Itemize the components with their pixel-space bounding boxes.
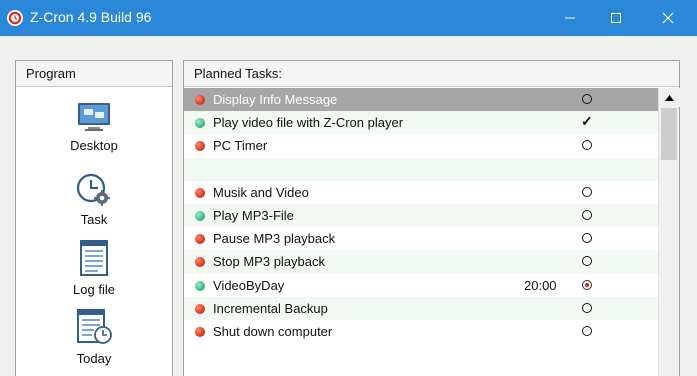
desktop-icon: [78, 103, 110, 131]
task-name: Stop MP3 playback: [213, 254, 326, 270]
task-name: Play video file with Z-Cron player: [213, 115, 404, 131]
today-calendar-icon: [77, 309, 112, 344]
task-name: PC Timer: [213, 138, 268, 154]
sidebar-item-label: Desktop: [70, 138, 118, 153]
task-clock-icon: [76, 173, 110, 206]
arrow-up-icon: [665, 94, 674, 101]
task-status[interactable]: [582, 256, 592, 267]
scroll-thumb[interactable]: [661, 108, 677, 160]
task-row-empty: [184, 157, 658, 181]
task-row[interactable]: PC Timer: [184, 134, 658, 157]
sidebar-item-log-file[interactable]: Log file: [16, 239, 172, 297]
status-circle-icon: [582, 233, 592, 244]
app-icon: [7, 10, 23, 26]
sidebar-item-label: Task: [80, 212, 108, 227]
task-row[interactable]: Play MP3-File: [184, 203, 658, 228]
task-row[interactable]: Shut down computer: [184, 320, 658, 343]
minimize-icon: [565, 17, 575, 19]
task-name: Incremental Backup: [213, 300, 328, 316]
client-area: Program Desktop Task Log file Today Plan…: [0, 36, 697, 376]
status-circle-icon: [582, 94, 592, 104]
task-status[interactable]: [582, 233, 592, 244]
status-dot-red: [195, 141, 205, 152]
status-dot-green: [195, 118, 205, 129]
close-icon: [662, 12, 674, 24]
status-dot-red: [195, 303, 205, 314]
status-dot-green: [195, 210, 205, 221]
minimize-button[interactable]: [547, 0, 593, 36]
maximize-button[interactable]: [593, 0, 639, 36]
status-circle-icon: [582, 302, 592, 313]
status-circle-icon: [582, 186, 592, 197]
planned-tasks-panel: Planned Tasks: Display Info Message Play…: [183, 60, 680, 376]
sidebar-item-task[interactable]: Task: [16, 173, 172, 227]
task-name: Pause MP3 playback: [213, 231, 336, 247]
task-row[interactable]: Incremental Backup: [184, 296, 658, 320]
task-name: Play MP3-File: [213, 207, 294, 223]
sidebar-header: Program: [16, 61, 172, 87]
tasks-header: Planned Tasks:: [184, 61, 679, 87]
task-row[interactable]: Musik and Video: [184, 181, 658, 204]
task-name: VideoByDay: [213, 277, 285, 293]
sidebar-item-label: Log file: [73, 282, 115, 297]
active-radio-icon: [582, 279, 592, 290]
task-row[interactable]: VideoByDay 20:00: [184, 274, 658, 297]
maximize-icon: [611, 13, 621, 23]
task-name: Shut down computer: [213, 323, 333, 339]
task-name: Musik and Video: [213, 184, 309, 200]
task-status[interactable]: [582, 94, 592, 104]
close-button[interactable]: [645, 0, 691, 36]
status-dot-red: [195, 257, 205, 268]
task-status[interactable]: [582, 209, 592, 220]
task-status[interactable]: [582, 325, 592, 336]
task-status[interactable]: [582, 279, 592, 290]
task-status[interactable]: [582, 186, 592, 197]
window-title: Z-Cron 4.9 Build 96: [30, 9, 152, 25]
status-circle-icon: [582, 256, 592, 267]
task-row[interactable]: Display Info Message: [184, 88, 658, 112]
title-bar: Z-Cron 4.9 Build 96: [0, 0, 697, 36]
status-circle-icon: [582, 209, 592, 220]
status-circle-icon: [582, 325, 592, 336]
vertical-scrollbar[interactable]: [658, 88, 680, 376]
task-status[interactable]: [582, 302, 592, 313]
status-dot-red: [195, 187, 205, 198]
status-dot-red: [195, 326, 205, 337]
task-status[interactable]: ✓: [581, 113, 593, 129]
task-row[interactable]: Pause MP3 playback: [184, 227, 658, 250]
log-file-icon: [80, 240, 108, 276]
check-icon: ✓: [581, 113, 593, 130]
sidebar-item-today[interactable]: Today: [16, 308, 172, 366]
task-status[interactable]: [582, 140, 592, 151]
task-time: 20:00: [524, 277, 557, 293]
program-sidebar: Program Desktop Task Log file Today: [15, 60, 173, 376]
status-circle-icon: [582, 140, 592, 151]
task-row[interactable]: Play video file with Z-Cron player ✓: [184, 111, 658, 135]
task-list: Display Info Message Play video file wit…: [184, 88, 658, 343]
status-dot-red: [195, 95, 205, 105]
status-dot-red: [195, 234, 205, 245]
task-row[interactable]: Stop MP3 playback: [184, 250, 658, 274]
sidebar-item-desktop[interactable]: Desktop: [16, 101, 172, 153]
scroll-up-button[interactable]: [659, 88, 680, 107]
status-dot-green: [195, 280, 205, 291]
task-name: Display Info Message: [213, 92, 338, 107]
sidebar-item-label: Today: [76, 351, 112, 366]
